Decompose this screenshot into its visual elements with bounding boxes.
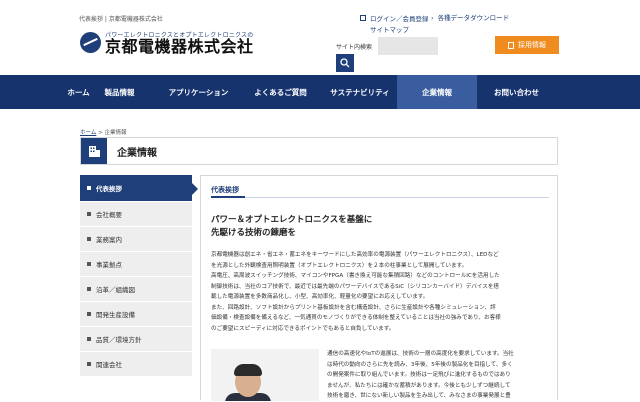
ceo-photo <box>211 349 319 401</box>
sidebar-item-greeting[interactable]: 代表挨拶 <box>80 175 198 202</box>
nav-faq[interactable]: よくあるご質問 <box>238 75 323 109</box>
section-tab: 代表挨拶 <box>211 186 239 194</box>
paragraph-line: の開発案件に取り組んでいます。技術は一足飛びに進化するものではあり <box>327 372 511 378</box>
sidebar-item-affiliates[interactable]: 関連会社 <box>80 352 192 377</box>
sidebar-item-label: 代表挨拶 <box>96 185 122 193</box>
paragraph-line: 京都電機器は創エネ・省エネ・蓄エネをキーワードにした高効率の電源装置（パワーエレ… <box>211 252 499 258</box>
sidebar-item-label: 品質／環境方針 <box>96 336 142 344</box>
paragraph-line: ませんが、私たちには確かな蓄積があります。今後とも少しずつ継続して <box>327 382 511 389</box>
company-logo[interactable]: パワーエレクトロニクスとオプトエレクトロニクスの 京都電機器株式会社 <box>80 30 254 55</box>
page-title: 企業情報 <box>117 147 157 159</box>
breadcrumb-home[interactable]: ホーム <box>80 130 96 136</box>
site-header: 代表挨拶 | 京都電機器株式会社 パワーエレクトロニクスとオプトエレクトロニクス… <box>0 0 640 75</box>
nav-company[interactable]: 企業情報 <box>397 75 477 109</box>
headline-line: 先駆ける技術の錬磨を <box>211 228 297 238</box>
sidebar-item-quality[interactable]: 品質／環境方針 <box>80 327 192 352</box>
logo-mark-icon <box>80 32 101 53</box>
search-label: サイト内検索 <box>336 44 373 51</box>
sidebar-item-facilities[interactable]: 開発生産設備 <box>80 302 192 327</box>
intro-paragraph: 京都電機器は創エネ・省エネ・蓄エネをキーワードにした高効率の電源装置（パワーエレ… <box>211 250 555 334</box>
login-link[interactable]: ログイン／会員登録 <box>370 13 429 23</box>
sitemap-link[interactable]: サイトマップ <box>370 24 409 34</box>
sidebar-item-overview[interactable]: 会社概要 <box>80 202 192 227</box>
recruit-label: 採用情報 <box>518 41 546 49</box>
global-nav-row: 製品情報 アプリケーション よくあるご質問 サステナビリティ 企業情報 お問い合… <box>0 75 640 109</box>
nav-products[interactable]: 製品情報 <box>80 75 159 109</box>
section-divider <box>211 196 549 198</box>
bullet-icon <box>87 287 91 291</box>
header-breadcrumb: 代表挨拶 | 京都電機器株式会社 <box>79 16 163 23</box>
search-button[interactable] <box>336 54 354 72</box>
sidebar-item-label: 開発生産設備 <box>96 311 135 319</box>
paragraph-line: 高電圧、高周波スイッチング技術、マイコンやFPGA（書き換え可能な集積回路）など… <box>211 273 500 279</box>
paragraph-line: 価設備・検査設備を備えるなど、一気通貫のモノづくりができる体制を整えていることは… <box>211 315 501 321</box>
paragraph-line: は時代の動向のさらに先を読み、3年後、5年後の製品化を目指して、多く <box>327 361 513 368</box>
nav-sustainability[interactable]: サステナビリティ <box>323 75 397 109</box>
sidebar-item-business[interactable]: 業務案内 <box>80 227 192 252</box>
building-icon <box>81 138 107 164</box>
breadcrumb-sep: > <box>98 130 103 136</box>
bullet-icon <box>87 186 91 190</box>
sidebar-item-label: 業務案内 <box>96 236 122 244</box>
headline: パワー＆オプトエレクトロニクスを基盤に 先駆ける技術の錬磨を <box>211 214 372 240</box>
recruit-icon <box>508 41 514 49</box>
sidebar-item-locations[interactable]: 事業拠点 <box>80 252 192 277</box>
sidebar-item-history[interactable]: 沿革／組織図 <box>80 277 192 302</box>
search-icon <box>340 58 350 68</box>
paragraph-line: 載した電源装置を多数商品化し、小型、高効率化、軽量化の要望にお応えしています。 <box>211 294 429 300</box>
utility-links: ログイン／会員登録 サイトマップ 各種データダウンロード <box>360 12 509 34</box>
breadcrumb-current: 企業情報 <box>104 130 127 136</box>
search-input[interactable] <box>378 37 438 55</box>
headline-line: パワー＆オプトエレクトロニクスを基盤に <box>211 215 373 225</box>
sidebar: 代表挨拶 会社概要 業務案内 事業拠点 沿革／組織図 開発生産設備 品質／環境方… <box>80 175 198 377</box>
main-content: 代表挨拶 パワー＆オプトエレクトロニクスを基盤に 先駆ける技術の錬磨を 京都電機… <box>200 175 558 402</box>
sidebar-item-label: 沿革／組織図 <box>96 286 135 294</box>
page-header: 企業情報 <box>80 137 558 165</box>
bullet-icon <box>87 212 91 216</box>
sidebar-item-label: 会社概要 <box>96 211 122 219</box>
recruit-button[interactable]: 採用情報 <box>495 36 559 54</box>
sidebar-item-label: 事業拠点 <box>96 261 122 269</box>
breadcrumb: ホーム > 企業情報 <box>80 128 126 136</box>
paragraph-line: を光源とした外観検査用照明装置（オプトエレクトロニクス）を２本の柱事業として展開… <box>211 262 468 269</box>
paragraph-line: また、回路設計、ソフト設計からプリント基板設計を含む構造設計、さらに生産設計や各… <box>211 304 496 311</box>
nav-contact[interactable]: お問い合わせ <box>477 75 556 109</box>
paragraph-line: 通信の高速化やIoTの進展は、技術の一層の高度化を要求しています。当社 <box>327 351 514 357</box>
login-icon <box>360 14 366 21</box>
sidebar-item-label: 関連会社 <box>96 361 122 369</box>
bullet-icon <box>87 237 91 241</box>
bullet-icon <box>87 312 91 316</box>
logo-name: 京都電機器株式会社 <box>105 37 254 56</box>
nav-applications[interactable]: アプリケーション <box>159 75 238 109</box>
ceo-message: 通信の高速化やIoTの進展は、技術の一層の高度化を要求しています。当社 は時代の… <box>327 349 555 402</box>
download-link[interactable]: 各種データダウンロード <box>431 12 510 22</box>
bullet-icon <box>87 362 91 366</box>
paragraph-line: 制御技術は、当社のコア技術で、最近では最先端のパワーデバイスであるSiC（シリコ… <box>211 283 500 290</box>
bullet-icon <box>87 262 91 266</box>
paragraph-line: のご要望にスピーディに対応できるポイントでもあると自負しています。 <box>211 325 395 332</box>
bullet-icon <box>87 337 91 341</box>
